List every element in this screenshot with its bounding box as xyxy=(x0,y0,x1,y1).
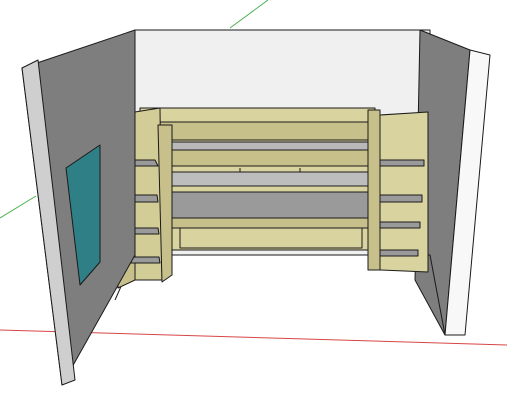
desk-top[interactable] xyxy=(161,191,376,219)
upper-rail[interactable] xyxy=(154,121,379,141)
desk-lower-panel[interactable] xyxy=(179,227,363,249)
model-scene[interactable] xyxy=(0,0,507,400)
desk-front[interactable] xyxy=(161,217,376,229)
y-axis-lower xyxy=(0,195,37,219)
y-axis-upper xyxy=(229,0,269,29)
right-bookcase-side[interactable] xyxy=(379,111,429,273)
lower-shelf[interactable] xyxy=(171,171,376,187)
3d-viewport[interactable] xyxy=(0,0,507,400)
upper-bed-front[interactable] xyxy=(157,149,381,167)
